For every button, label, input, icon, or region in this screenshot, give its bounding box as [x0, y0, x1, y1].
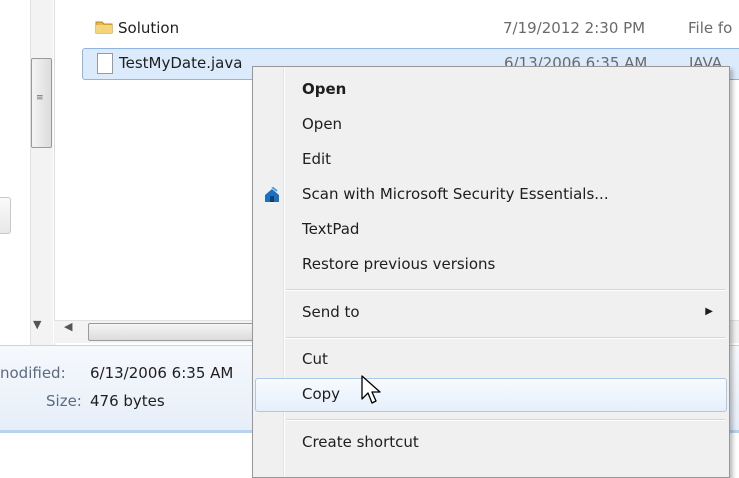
file-name: Solution	[118, 19, 180, 37]
menu-item-label: Cut	[302, 350, 328, 368]
modified-value: 6/13/2006 6:35 AM	[90, 364, 234, 382]
file-date-modified: 7/19/2012 2:30 PM	[503, 19, 646, 37]
menu-separator	[286, 419, 725, 421]
menu-item-label: Create shortcut	[302, 433, 419, 451]
menu-item-label: Restore previous versions	[302, 255, 496, 273]
folder-icon	[95, 21, 113, 34]
submenu-arrow-icon: ▶	[705, 306, 713, 317]
menu-item-copy[interactable]: Copy	[255, 378, 727, 412]
menu-item-label: Copy	[302, 385, 341, 403]
menu-item-label: Open	[302, 80, 347, 98]
microsoft-security-essentials-icon	[265, 187, 279, 202]
navigation-scrollbar-thumb[interactable]	[31, 58, 52, 148]
menu-item-send-to[interactable]: Send to ▶	[255, 296, 725, 330]
size-value: 476 bytes	[90, 392, 165, 410]
file-icon	[97, 53, 113, 74]
context-menu: Open Open Edit Scan with Microsoft Secur…	[252, 66, 730, 478]
scrollbar-grip-icon: ≡	[36, 93, 44, 103]
file-type: File fo	[688, 19, 733, 37]
menu-item-restore-previous-versions[interactable]: Restore previous versions	[255, 248, 725, 282]
scroll-down-arrow-icon[interactable]: ▼	[33, 318, 41, 331]
menu-item-open-default[interactable]: Open	[255, 73, 725, 107]
menu-item-create-shortcut[interactable]: Create shortcut	[255, 426, 725, 460]
menu-item-cut[interactable]: Cut	[255, 343, 725, 377]
menu-item-label: TextPad	[302, 220, 360, 238]
modified-label: nodified:	[0, 364, 66, 382]
menu-item-edit[interactable]: Edit	[255, 143, 725, 177]
file-name: TestMyDate.java	[119, 54, 243, 72]
menu-item-label: Open	[302, 115, 343, 133]
menu-item-label: Send to	[302, 303, 360, 321]
menu-separator	[286, 289, 725, 291]
menu-item-open[interactable]: Open	[255, 108, 725, 142]
scroll-left-arrow-icon[interactable]: ◀	[64, 320, 72, 333]
menu-item-label: Edit	[302, 150, 332, 168]
navigation-item-partial[interactable]	[0, 197, 11, 234]
menu-separator	[286, 337, 725, 339]
menu-item-label: Scan with Microsoft Security Essentials.…	[302, 185, 609, 203]
menu-item-textpad[interactable]: TextPad	[255, 213, 725, 247]
navigation-scrollbar-track[interactable]	[30, 0, 53, 345]
size-label: Size:	[46, 392, 82, 410]
mouse-cursor-icon	[361, 375, 381, 404]
menu-item-scan-security-essentials[interactable]: Scan with Microsoft Security Essentials.…	[255, 178, 725, 212]
